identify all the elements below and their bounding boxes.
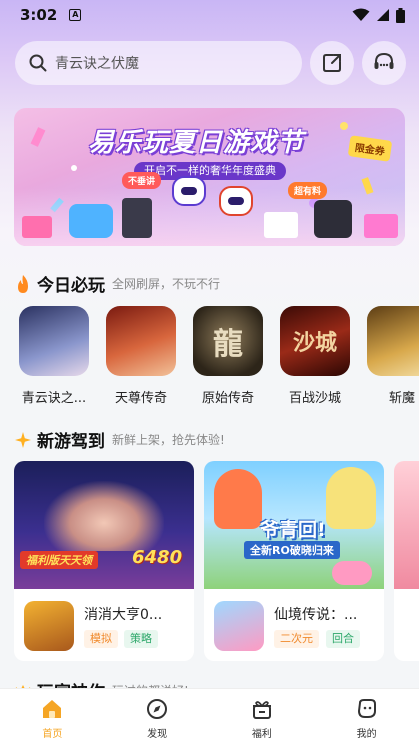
card-banner: 爷青回! 全新RO破晓归来	[204, 461, 384, 589]
section-header-today: 今日必玩 全网刷屏，不玩不行	[14, 271, 220, 296]
card-artwork	[44, 481, 164, 551]
game-name: 斩魔	[388, 391, 415, 406]
today-games-row[interactable]: 青云诀之... 天尊传奇 龍 原始传奇 沙城 百战沙城 斩魔	[18, 306, 419, 406]
game-icon: 龍	[193, 306, 263, 376]
banner-label: 超有料	[288, 182, 328, 199]
game-icon	[106, 306, 176, 376]
share-icon	[323, 54, 341, 72]
card-thumbnail	[214, 601, 264, 651]
device-prop	[122, 198, 152, 238]
signal-icon	[377, 9, 389, 21]
home-icon	[43, 700, 62, 718]
customer-service-button[interactable]	[362, 41, 406, 85]
nav-label: 我的	[356, 729, 377, 740]
promo-banner[interactable]: 易乐玩夏日游戏节 开启不一样的奢华年度盛典 限金券 不垂讲 超有料	[14, 108, 405, 246]
bottom-nav: 首页 发现 福利 我的	[0, 688, 419, 744]
robot-mascot	[172, 176, 206, 206]
nav-label: 福利	[251, 729, 272, 740]
gift-box	[264, 212, 298, 238]
section-subtitle: 全网刷屏，不玩不行	[112, 277, 221, 291]
genre-tag: 模拟	[84, 630, 118, 648]
poring-mascot	[332, 561, 372, 585]
banner-title: 易乐玩夏日游戏节	[88, 128, 305, 158]
game-name: 百战沙城	[288, 391, 341, 406]
card-banner-subtext: 全新RO破晓归来	[244, 541, 340, 559]
nav-label: 首页	[42, 729, 63, 740]
game-icon: 沙城	[280, 306, 350, 376]
card-info: 仙境传说：... 二次元 回合	[204, 589, 384, 661]
share-button[interactable]	[310, 41, 354, 85]
game-item[interactable]: 天尊传奇	[105, 306, 177, 406]
fire-icon	[18, 274, 28, 293]
card-artwork	[326, 467, 376, 529]
status-time: 3:02	[20, 6, 58, 24]
search-icon	[29, 54, 47, 72]
section-title: 今日必玩	[37, 276, 105, 296]
game-name: 天尊传奇	[114, 391, 167, 406]
device-prop	[314, 200, 352, 238]
game-item[interactable]: 沙城 百战沙城	[279, 306, 351, 406]
card-thumbnail	[24, 601, 74, 651]
compass-icon	[147, 699, 168, 719]
new-game-card[interactable]: 福利版天天领 6480 消消大亨0... 模拟 策略	[14, 461, 194, 661]
section-subtitle: 新鲜上架，抢先体验!	[112, 433, 225, 447]
card-banner-text: 福利版天天领	[20, 551, 98, 569]
game-icon	[367, 306, 419, 376]
card-banner-text: 爷青回!	[260, 519, 326, 541]
nav-item-discover[interactable]: 发现	[105, 689, 210, 744]
nav-item-home[interactable]: 首页	[0, 689, 105, 744]
sparkle-icon	[15, 431, 31, 448]
gift-icon	[252, 701, 271, 719]
gift-box	[22, 216, 52, 238]
battery-icon	[396, 7, 405, 23]
genre-tag: 策略	[124, 630, 158, 648]
game-name: 原始传奇	[201, 391, 254, 406]
banner-label: 不垂讲	[122, 172, 162, 189]
nav-item-welfare[interactable]: 福利	[210, 689, 315, 744]
game-icon	[19, 306, 89, 376]
game-item[interactable]: 青云诀之...	[18, 306, 90, 406]
phone-prop	[69, 204, 113, 238]
gift-box	[364, 214, 398, 238]
card-info: 消消大亨0... 模拟 策略	[14, 589, 194, 661]
game-item[interactable]: 斩魔	[366, 306, 419, 406]
section-title: 新游驾到	[37, 432, 105, 452]
nav-label: 发现	[147, 729, 168, 740]
status-icons	[352, 7, 405, 23]
genre-tag: 回合	[326, 630, 360, 648]
profile-icon	[357, 699, 376, 718]
card-artwork	[214, 469, 262, 529]
card-game-name: 消消大亨0...	[84, 607, 163, 623]
card-banner: 福利版天天领 6480	[14, 461, 194, 589]
headset-icon	[374, 52, 394, 69]
new-game-card[interactable]: 爷青回! 全新RO破晓归来 仙境传说：... 二次元 回合	[204, 461, 384, 661]
wifi-icon	[352, 8, 370, 21]
card-banner-number: 6480	[132, 547, 183, 568]
new-game-card-partial[interactable]	[394, 461, 419, 661]
genre-tag: 二次元	[274, 630, 319, 648]
search-bar[interactable]: 青云诀之伏魔	[15, 41, 302, 85]
game-name: 青云诀之...	[21, 391, 87, 406]
card-banner	[394, 461, 419, 589]
notification-icon: A	[69, 9, 82, 21]
robot-mascot	[219, 186, 253, 216]
nav-item-mine[interactable]: 我的	[314, 689, 419, 744]
search-input[interactable]: 青云诀之伏魔	[55, 53, 139, 73]
game-item[interactable]: 龍 原始传奇	[192, 306, 264, 406]
card-game-name: 仙境传说：...	[274, 607, 358, 623]
section-header-new: 新游驾到 新鲜上架，抢先体验!	[14, 427, 225, 452]
status-bar: 3:02 A	[0, 0, 419, 30]
